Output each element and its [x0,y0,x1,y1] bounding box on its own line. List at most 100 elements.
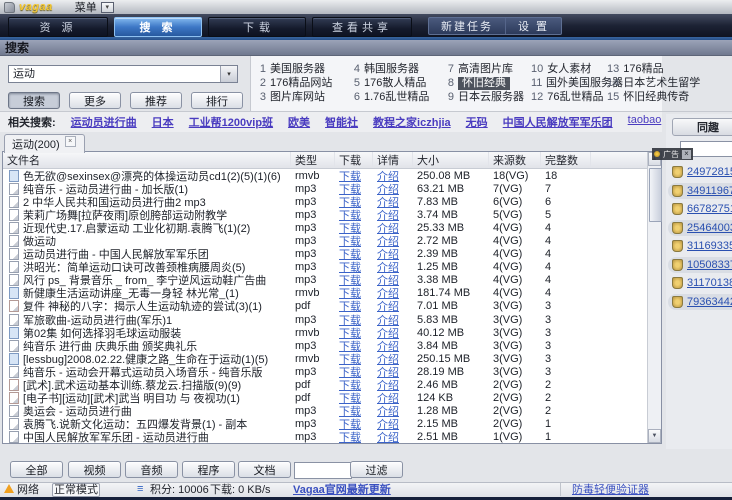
hot-link[interactable]: 9 日本云服务器 [443,90,531,104]
secondary-tab[interactable]: 设 置 [505,18,561,34]
main-tab[interactable]: 资 源 [8,17,108,37]
hot-link[interactable]: 2 176精品网站 [255,76,349,90]
search-action-button[interactable]: 更多 [69,92,121,109]
column-header-detail[interactable]: 详情 [373,152,413,168]
result-tab[interactable]: 运动(200) × [4,134,85,153]
column-header-download[interactable]: 下载 [335,152,373,168]
search-action-button[interactable]: 排行 [191,92,243,109]
hot-link-label[interactable]: 美国服务器 [270,63,325,76]
related-link[interactable]: 教程之家iczhjia [373,114,451,130]
chevron-down-icon[interactable]: ▾ [220,66,237,82]
scrollbar-thumb[interactable] [649,168,662,222]
hot-link[interactable]: 1 美国服务器 [255,62,349,76]
hot-link[interactable]: 7 高清图片库 [443,62,531,76]
hot-link-label[interactable]: 怀旧经典传奇 [623,91,689,104]
hot-link[interactable]: 5 176散人精品 [349,76,443,90]
related-link[interactable]: 运动员进行曲 [71,114,137,130]
menu-button[interactable]: 菜单 [75,0,97,15]
user-list-item[interactable]: 25464003 [668,220,732,236]
column-header-size[interactable]: 大小 [413,152,489,168]
user-id-link[interactable]: 31169335 [687,240,732,252]
user-id-link[interactable]: 25464003 [687,222,732,234]
hot-link-label[interactable]: 怀旧经典 [458,77,510,90]
column-header-type[interactable]: 类型 [291,152,335,168]
side-panel-header-button[interactable]: 同趣 [672,118,732,136]
user-list-item[interactable]: 79363442 [668,294,732,310]
user-list-item[interactable]: 10508337 [668,257,732,273]
user-id-link[interactable]: 31170138 [687,277,732,289]
main-tab-strip: 资 源 搜 索 下 载 查看共享 新建任务 设 置 [0,14,732,40]
hot-link[interactable]: 15 怀旧经典传奇 [607,90,700,104]
download-link[interactable]: 下载 [339,432,361,443]
column-header-filename[interactable]: 文件名 [3,152,291,168]
main-tab[interactable]: 下 载 [208,17,306,37]
official-site-link[interactable]: Vagaa官网最新更新 [293,484,391,496]
user-list-item[interactable]: 24972815 [668,164,732,180]
hot-link[interactable]: 12 76乱世精品 [531,90,607,104]
hot-link[interactable]: 8 怀旧经典 [443,76,531,90]
user-list-item[interactable]: 34911967 [668,183,732,199]
related-link[interactable]: 欧美 [288,114,310,130]
related-link[interactable]: 中国人民解放军军乐团 [503,114,613,130]
hot-link[interactable]: 11 国外美国服务器 [531,76,607,90]
hot-link-label[interactable]: 高清图片库 [458,63,513,76]
filter-all-button[interactable]: 全部 [10,461,63,478]
related-link[interactable]: 无码 [466,114,488,130]
user-id-link[interactable]: 34911967 [687,185,732,197]
hot-link[interactable]: 4 韩国服务器 [349,62,443,76]
main-tab[interactable]: 查看共享 [312,17,412,37]
hot-link-label[interactable]: 76乱世精品 [547,91,603,104]
secondary-tab[interactable]: 新建任务 [429,18,505,34]
hot-link-label[interactable]: 176精品 [623,63,663,76]
user-id-link[interactable]: 66782751 [687,203,732,215]
mode-button[interactable]: 正常模式 [52,483,100,497]
detail-link[interactable]: 介绍 [377,432,399,443]
related-link[interactable]: 工业帮1200vip班 [189,114,273,130]
hot-link-label[interactable]: 女人素材 [547,63,591,76]
secondary-tab-group: 新建任务 设 置 [428,17,562,35]
search-action-button[interactable]: 推荐 [130,92,182,109]
user-list-item[interactable]: 31169335 [668,238,732,254]
table-row[interactable]: 中国人民解放军军乐团 - 运动员进行曲 mp3 下载 介绍 2.51 MB 1(… [3,431,647,443]
ad-close-icon[interactable]: × [682,150,691,159]
hot-link-label[interactable]: 176精品网站 [270,77,332,90]
main-tab[interactable]: 搜 索 [114,17,202,37]
filter-input[interactable] [294,462,352,479]
filter-video-button[interactable]: 视频 [68,461,121,478]
hot-link-label[interactable]: 图片库网站 [270,91,325,104]
menu-dropdown-icon[interactable]: ▾ [101,2,114,13]
search-query[interactable]: 运动 [9,66,220,82]
user-list-item[interactable]: 31170138 [668,275,732,291]
antivirus-link[interactable]: 防毒轻便验证器 [572,484,649,496]
column-header-sources[interactable]: 来源数 [489,152,541,168]
user-id-link[interactable]: 10508337 [687,259,732,271]
filter-program-button[interactable]: 程序 [182,461,235,478]
scroll-down-icon[interactable]: ▼ [648,429,661,443]
search-action-button[interactable]: 搜索 [8,92,60,109]
hot-link-label[interactable]: 日本艺术生留学 [623,77,700,90]
hot-link[interactable]: 6 1.76乱世精品 [349,90,443,104]
hot-link[interactable]: 13 176精品 [607,62,700,76]
file-type: rmvb [291,170,335,182]
search-combobox[interactable]: 运动 ▾ [8,65,238,83]
related-link[interactable]: 智能社 [325,114,358,130]
hot-link[interactable]: 10 女人素材 [531,62,607,76]
related-link[interactable]: taobao [628,114,662,130]
hot-link[interactable]: 3 图片库网站 [255,90,349,104]
vertical-scrollbar[interactable]: ▲ ▼ [647,152,661,443]
hot-link[interactable]: 14 日本艺术生留学 [607,76,700,90]
column-header-complete[interactable]: 完整数 [541,152,591,168]
user-id-link[interactable]: 79363442 [687,296,732,308]
sources-count: 3(VG) [489,300,541,312]
hot-link-label[interactable]: 日本云服务器 [458,91,524,104]
filter-audio-button[interactable]: 音频 [125,461,178,478]
related-link[interactable]: 日本 [152,114,174,130]
hot-link-label[interactable]: 176散人精品 [364,77,426,90]
user-id-link[interactable]: 24972815 [687,166,732,178]
close-icon[interactable]: × [65,136,76,147]
filter-document-button[interactable]: 文档 [238,461,291,478]
hot-link-label[interactable]: 韩国服务器 [364,63,419,76]
user-list-item[interactable]: 66782751 [668,201,732,217]
filter-apply-button[interactable]: 过滤 [350,461,403,478]
hot-link-label[interactable]: 1.76乱世精品 [364,91,429,104]
